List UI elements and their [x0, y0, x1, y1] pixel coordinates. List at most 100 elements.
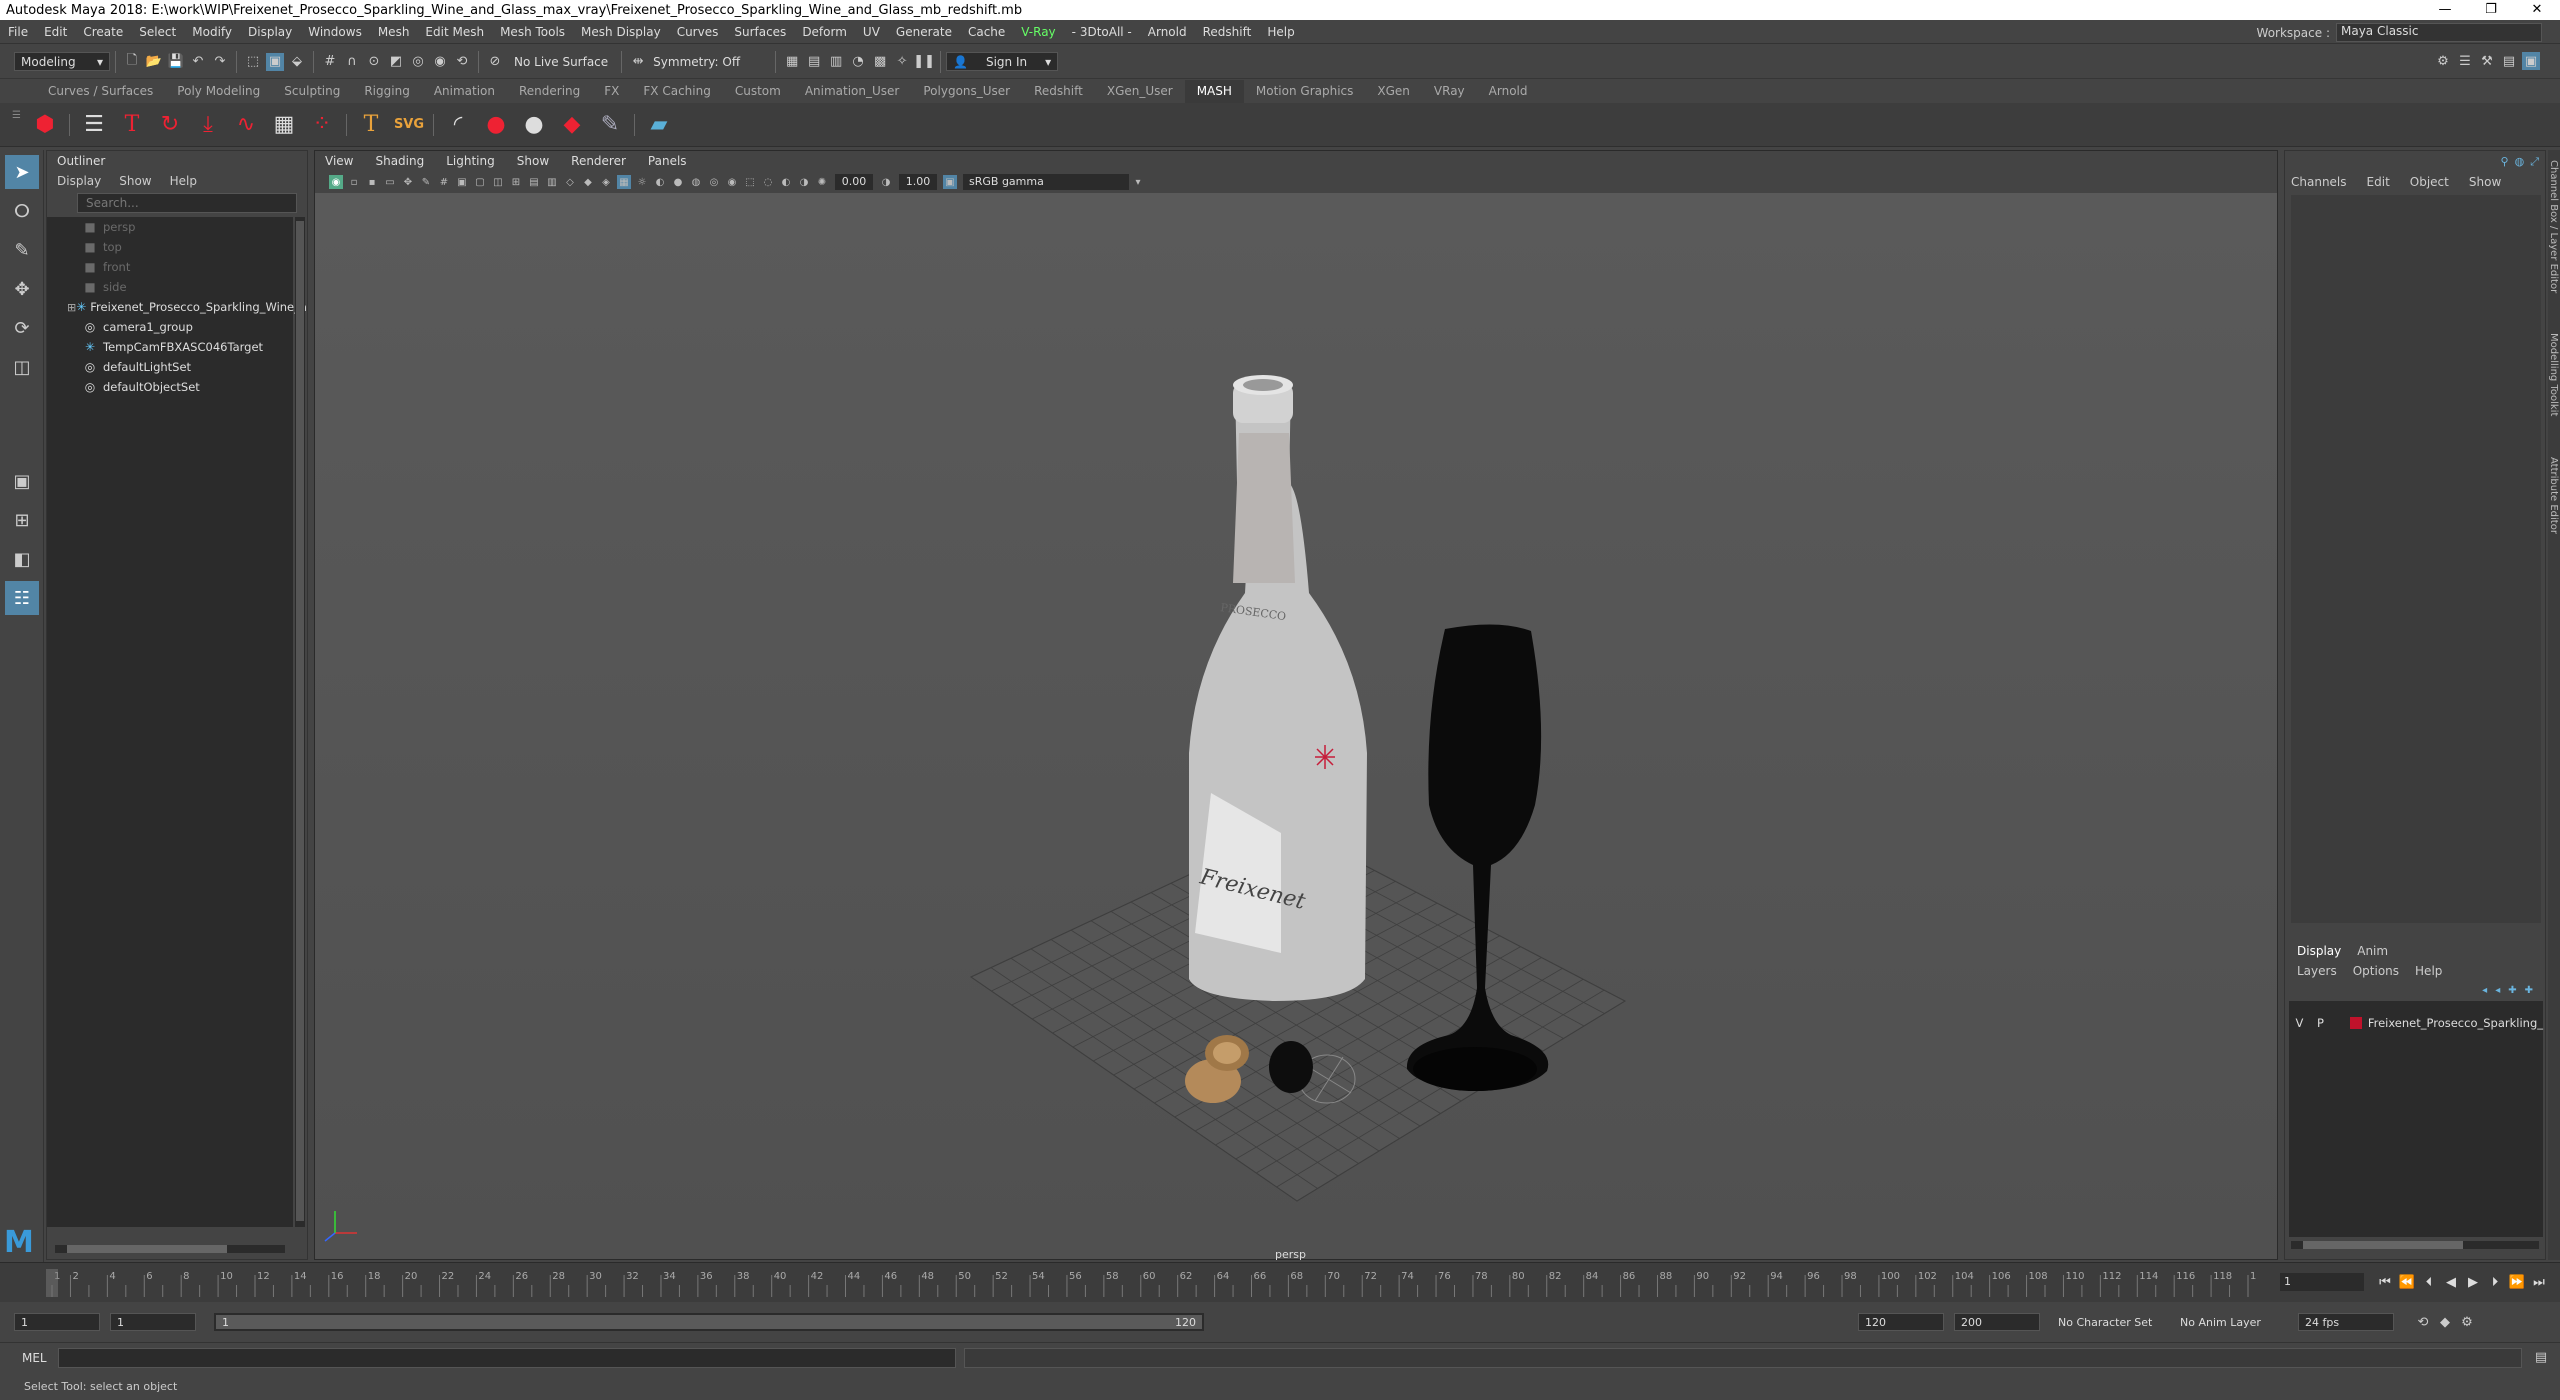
snap-grid-icon[interactable]: #	[321, 53, 339, 71]
outliner-item-camera1-group[interactable]: ◎ camera1_group	[47, 317, 293, 337]
shelf-tab-vray[interactable]: VRay	[1422, 80, 1477, 103]
current-frame-field[interactable]: 1	[2280, 1273, 2364, 1291]
snap-vertex-icon[interactable]: ◉	[431, 53, 449, 71]
shelf-tab-xgen[interactable]: XGen	[1365, 80, 1422, 103]
float-icon[interactable]: ⤢	[2530, 155, 2539, 169]
anim-prefs-icon[interactable]: ⚙	[2458, 1313, 2476, 1331]
snap-view-icon[interactable]: ◩	[387, 53, 405, 71]
shadows-icon[interactable]: ◐	[653, 175, 667, 189]
xray-joints-icon[interactable]: ◐	[779, 175, 793, 189]
snap-point-icon[interactable]: ⊙	[365, 53, 383, 71]
new-layer-icon[interactable]: ✚	[2525, 985, 2533, 996]
mash-dynamics-icon[interactable]: ◆	[556, 109, 588, 141]
shelf-tab-fx-caching[interactable]: FX Caching	[631, 80, 722, 103]
render-settings-icon[interactable]: ◔	[849, 53, 867, 71]
shelf-tab-animation-user[interactable]: Animation_User	[793, 80, 912, 103]
auto-key-icon[interactable]: ◆	[2436, 1313, 2454, 1331]
outliner-layout-icon[interactable]: ☷	[5, 581, 39, 615]
open-scene-icon[interactable]: 📂	[145, 53, 163, 71]
symmetry-label[interactable]: Symmetry: Off	[653, 55, 740, 69]
attribute-editor-icon[interactable]: ☰	[2456, 52, 2474, 70]
select-hierarchy-icon[interactable]: ⬚	[244, 53, 262, 71]
film-gate-icon[interactable]: ▣	[455, 175, 469, 189]
menu-redshift[interactable]: Redshift	[1195, 25, 1260, 39]
2d-pan-icon[interactable]: ✥	[401, 175, 415, 189]
safe-title-icon[interactable]: ▥	[545, 175, 559, 189]
outliner-item-side[interactable]: ■ side	[47, 277, 293, 297]
menu-select[interactable]: Select	[131, 25, 184, 39]
color-management-icon[interactable]: ▣	[943, 175, 957, 189]
menu-file[interactable]: File	[0, 25, 36, 39]
snap-surface-icon[interactable]: ◎	[409, 53, 427, 71]
mash-record-icon[interactable]: ●	[480, 109, 512, 141]
outliner-item-default-object-set[interactable]: ◎ defaultObjectSet	[47, 377, 293, 397]
scrollbar-thumb[interactable]	[2303, 1241, 2463, 1249]
step-back-key-icon[interactable]: ⏪	[2396, 1275, 2418, 1290]
xray-components-icon[interactable]: ◑	[797, 175, 811, 189]
wireframe-icon[interactable]: ◇	[563, 175, 577, 189]
layer-tab-display[interactable]: Display	[2297, 944, 2341, 958]
select-tool-icon[interactable]: ➤	[5, 155, 39, 189]
select-camera-icon[interactable]: ◉	[329, 175, 343, 189]
menu-edit[interactable]: Edit	[36, 25, 75, 39]
shelf-tab-redshift[interactable]: Redshift	[1022, 80, 1095, 103]
bookmark-icon[interactable]: ▪	[365, 175, 379, 189]
outliner-h-scrollbar[interactable]	[55, 1245, 285, 1253]
outliner-item-persp[interactable]: ■ persp	[47, 217, 293, 237]
playback-end-field[interactable]: 120	[1858, 1313, 1944, 1331]
mash-network-icon[interactable]: ⬢	[29, 109, 61, 141]
channel-box-icon[interactable]: ▤	[2500, 52, 2518, 70]
snap-curve-icon[interactable]: ∩	[343, 53, 361, 71]
playback-start-field[interactable]: 1	[110, 1313, 196, 1331]
render-setup-icon[interactable]: ✧	[893, 53, 911, 71]
camera-attributes-icon[interactable]: ▫	[347, 175, 361, 189]
persp-outliner-icon[interactable]: ◧	[5, 542, 39, 576]
symmetry-icon[interactable]: ⇹	[629, 53, 647, 71]
time-slider[interactable]: 1246810121416182022242628303234363840424…	[0, 1262, 2560, 1302]
shelf-tab-sculpting[interactable]: Sculpting	[272, 80, 352, 103]
hypershade-icon[interactable]: ▩	[871, 53, 889, 71]
modeling-toolkit-icon[interactable]: ⚙	[2434, 52, 2452, 70]
grid-icon[interactable]: #	[437, 175, 451, 189]
shelf-tab-curves-surfaces[interactable]: Curves / Surfaces	[36, 80, 165, 103]
range-slider[interactable]: 1 120	[214, 1313, 1204, 1331]
menu-mesh-display[interactable]: Mesh Display	[573, 25, 669, 39]
viewport-menu-panels[interactable]: Panels	[648, 154, 687, 168]
mash-paint-icon[interactable]: ✎	[594, 109, 626, 141]
lasso-tool-icon[interactable]: ⵔ	[5, 194, 39, 228]
motion-blur-icon[interactable]: ◍	[689, 175, 703, 189]
pin-icon[interactable]: ⚲	[2501, 155, 2509, 169]
menu-edit-mesh[interactable]: Edit Mesh	[417, 25, 492, 39]
history-icon[interactable]: ⟲	[453, 53, 471, 71]
colorspace-dropdown[interactable]: sRGB gamma	[963, 174, 1129, 190]
new-layer-selected-icon[interactable]: ✚	[2508, 985, 2516, 996]
channelbox-menu-edit[interactable]: Edit	[2367, 175, 2390, 189]
step-back-frame-icon[interactable]: ⏴	[2418, 1275, 2440, 1290]
move-tool-icon[interactable]: ✥	[5, 272, 39, 306]
animation-end-field[interactable]: 200	[1954, 1313, 2040, 1331]
outliner-search-input[interactable]: Search...	[77, 193, 297, 213]
menu-mesh[interactable]: Mesh	[370, 25, 418, 39]
textured-icon[interactable]: ▦	[617, 175, 631, 189]
viewport-menu-view[interactable]: View	[325, 154, 353, 168]
loop-icon[interactable]: ⟲	[2414, 1313, 2432, 1331]
xray-icon[interactable]: ◌	[761, 175, 775, 189]
mash-bullet-icon[interactable]: ●	[518, 109, 550, 141]
outliner-item-tempcam-target[interactable]: ✳ TempCamFBXASC046Target	[47, 337, 293, 357]
four-view-icon[interactable]: ⊞	[5, 503, 39, 537]
exposure-icon[interactable]: ✺	[815, 175, 829, 189]
menu-uv[interactable]: UV	[855, 25, 888, 39]
outliner-item-freixenet-group[interactable]: ⊞ ✳ Freixenet_Prosecco_Sparkling_Wine_a	[47, 297, 307, 317]
layer-menu-layers[interactable]: Layers	[2297, 964, 2337, 978]
smooth-shade-icon[interactable]: ◆	[581, 175, 595, 189]
anim-layer-dropdown[interactable]: No Anim Layer	[2180, 1316, 2284, 1329]
viewport-menu-lighting[interactable]: Lighting	[446, 154, 495, 168]
minimize-button[interactable]: —	[2422, 0, 2468, 20]
field-chart-icon[interactable]: ⊞	[509, 175, 523, 189]
save-scene-icon[interactable]: 💾	[167, 53, 185, 71]
select-component-icon[interactable]: ⬙	[288, 53, 306, 71]
time-ticks[interactable]: 1246810121416182022242628303234363840424…	[46, 1269, 2269, 1297]
layer-row[interactable]: V P Freixenet_Prosecco_Sparkling_	[2289, 1013, 2543, 1033]
shelf-tab-polygons-user[interactable]: Polygons_User	[911, 80, 1022, 103]
range-slider-handle[interactable]: 1 120	[216, 1315, 1202, 1329]
